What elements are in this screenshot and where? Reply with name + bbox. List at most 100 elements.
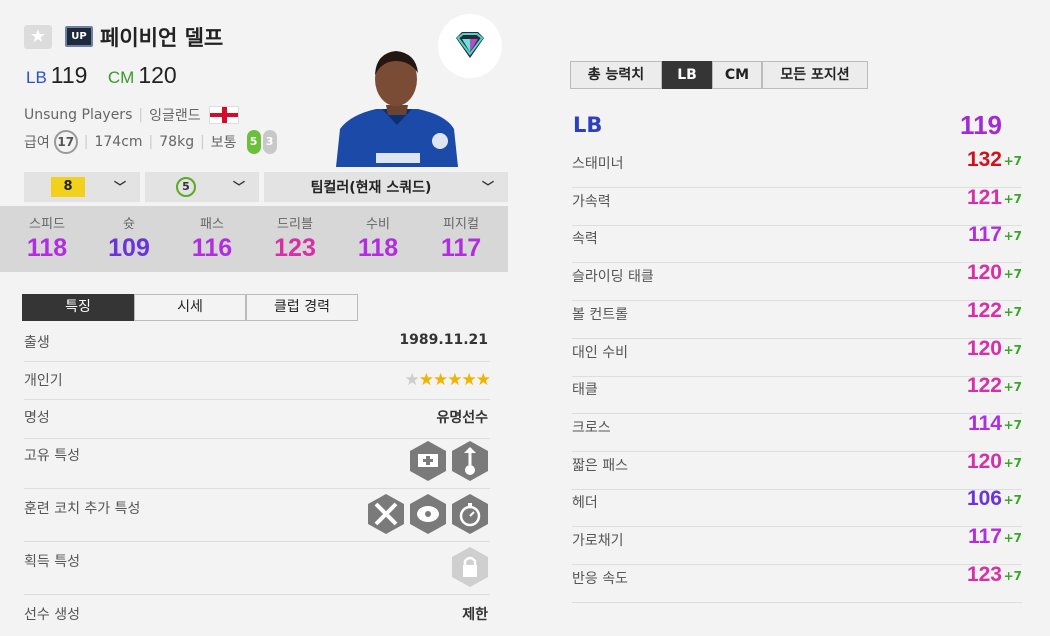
stat-name: 스태미너 xyxy=(572,156,624,172)
tab-club-history[interactable]: 클럽 경력 xyxy=(246,294,358,321)
position-ovr-value: 119 xyxy=(960,110,1002,140)
stat-value: 116 xyxy=(191,234,233,262)
row-label: 출생 xyxy=(24,335,50,351)
stat-label: 패스 xyxy=(200,217,224,232)
stat-defending: 수비 118 xyxy=(338,213,418,263)
stat-value: 117 xyxy=(968,525,1002,548)
tab-all-positions[interactable]: 모든 포지션 xyxy=(762,61,868,89)
tab-price[interactable]: 시세 xyxy=(134,294,246,321)
birth-date: 1989.11.21 xyxy=(399,332,488,348)
row-label: 고유 특성 xyxy=(24,448,80,464)
stat-value: 120 xyxy=(966,261,1002,285)
stat-label: 스피드 xyxy=(29,217,65,232)
england-flag-icon xyxy=(208,106,239,124)
enhance-level-select[interactable]: 8 ﹀ xyxy=(24,172,140,202)
position-stat-row: 가로채기 117 +7 xyxy=(572,525,1022,565)
position-stat-row: 볼 컨트롤 122 +7 xyxy=(572,299,1022,339)
row-unique-traits: 고유 특성 xyxy=(24,441,490,489)
enhance-level-value: 8 xyxy=(51,177,85,197)
row-label: 획득 특성 xyxy=(24,554,80,570)
stat-label: 수비 xyxy=(366,217,390,232)
stat-label: 드리블 xyxy=(277,217,313,232)
position-stat-row: 대인 수비 120 +7 xyxy=(572,336,1022,377)
position-label: CM xyxy=(107,68,135,87)
fame-value: 유명선수 xyxy=(436,410,488,426)
row-coach-traits: 훈련 코치 추가 특성 xyxy=(24,494,490,542)
stat-value: 114 xyxy=(968,411,1002,435)
ambulance-trait-icon[interactable] xyxy=(408,439,448,483)
team-color-select[interactable]: 팀컬러(현재 스쿼드) ﹀ xyxy=(264,172,508,202)
stat-name: 가로채기 xyxy=(572,533,624,549)
stat-name: 대인 수비 xyxy=(572,344,628,361)
tab-cm[interactable]: CM xyxy=(712,61,762,89)
stat-value: 117 xyxy=(968,223,1002,247)
stat-bonus: +7 xyxy=(1003,531,1022,545)
position-stat-row: 헤더 106 +7 xyxy=(572,487,1022,528)
long-throw-trait-icon[interactable] xyxy=(450,439,490,483)
position-stat-row: 속력 117 +7 xyxy=(572,223,1022,264)
position-stat-row: 태클 122 +7 xyxy=(572,374,1022,415)
row-fame: 명성 유명선수 xyxy=(24,407,490,439)
stat-physical: 피지컬 117 xyxy=(421,213,501,263)
star-empty-icon: ★ xyxy=(404,370,420,390)
stat-value: 123 xyxy=(274,234,316,262)
chevron-down-icon: ﹀ xyxy=(232,180,245,194)
position-ovr: 120 xyxy=(138,62,177,88)
stat-bonus: +7 xyxy=(1003,380,1022,395)
stat-label: 피지컬 xyxy=(443,217,479,232)
diamond-gem-icon xyxy=(456,32,484,58)
stat-bonus: +7 xyxy=(1003,568,1022,583)
stat-name: 볼 컨트롤 xyxy=(572,306,628,323)
stat-bonus: +7 xyxy=(1003,493,1022,508)
creation-value: 제한 xyxy=(462,607,488,623)
player-level-value: 5 xyxy=(176,177,196,197)
position-label: LB xyxy=(26,68,47,87)
stat-value: 117 xyxy=(440,234,482,262)
position-title: LB xyxy=(573,113,603,137)
salary-label: 급여 xyxy=(24,135,50,151)
tab-total-stats[interactable]: 총 능력치 xyxy=(570,61,662,89)
popularity-stars: ★★★★★★ xyxy=(404,370,491,390)
left-foot-icon: 5 xyxy=(246,130,261,154)
stat-value: 122 xyxy=(966,374,1002,398)
stat-name: 헤더 xyxy=(572,495,598,512)
position-ovr: 119 xyxy=(50,62,88,88)
stopwatch-trait-icon[interactable] xyxy=(450,492,490,536)
stat-value: 132 xyxy=(966,148,1002,171)
stat-bonus: +7 xyxy=(1003,154,1022,168)
gloves-trait-icon[interactable] xyxy=(408,492,448,536)
chevron-down-icon: ﹀ xyxy=(481,180,494,194)
chevron-down-icon: ﹀ xyxy=(113,180,126,194)
favorite-star-button[interactable]: ★ xyxy=(24,25,52,49)
stat-bonus: +7 xyxy=(1003,342,1022,357)
season-badge: UP xyxy=(65,26,93,47)
player-level-select[interactable]: 5 ﹀ xyxy=(145,172,259,202)
stat-bonus: +7 xyxy=(1003,191,1022,206)
star-icon: ★ xyxy=(29,26,47,47)
right-foot-icon: 3 xyxy=(262,130,277,154)
stat-name: 크로스 xyxy=(572,419,611,436)
stat-value: 123 xyxy=(966,562,1002,586)
tab-lb[interactable]: LB xyxy=(662,61,712,89)
stat-value: 109 xyxy=(108,234,150,262)
salary-badge: 17 xyxy=(53,130,78,154)
body-type: 보통 xyxy=(210,135,237,151)
stat-bonus: +7 xyxy=(1003,304,1022,319)
stat-name: 짧은 패스 xyxy=(572,457,628,474)
stat-speed: 스피드 118 xyxy=(7,213,87,263)
star-filled-icon: ★★★★★ xyxy=(418,370,491,390)
position-stat-row: 스태미너 132 +7 xyxy=(572,148,1022,188)
tab-traits[interactable]: 특징 xyxy=(22,294,134,321)
dribbler-trait-icon[interactable] xyxy=(366,492,406,536)
stat-label: 슛 xyxy=(123,217,135,232)
stat-value: 120 xyxy=(966,336,1002,360)
player-name: 페이비언 델프 xyxy=(100,26,224,50)
position-stat-row: 짧은 패스 120 +7 xyxy=(572,450,1022,490)
row-player-creation: 선수 생성 제한 xyxy=(24,604,490,634)
stat-bonus: +7 xyxy=(1003,455,1022,470)
physical-info-line: 급여 17 | 174cm | 78kg | 보통 5 3 xyxy=(24,130,277,154)
height: 174cm xyxy=(94,134,143,150)
stat-name: 속력 xyxy=(572,231,598,248)
grade-badge xyxy=(438,14,502,78)
stat-name: 가속력 xyxy=(572,193,611,210)
